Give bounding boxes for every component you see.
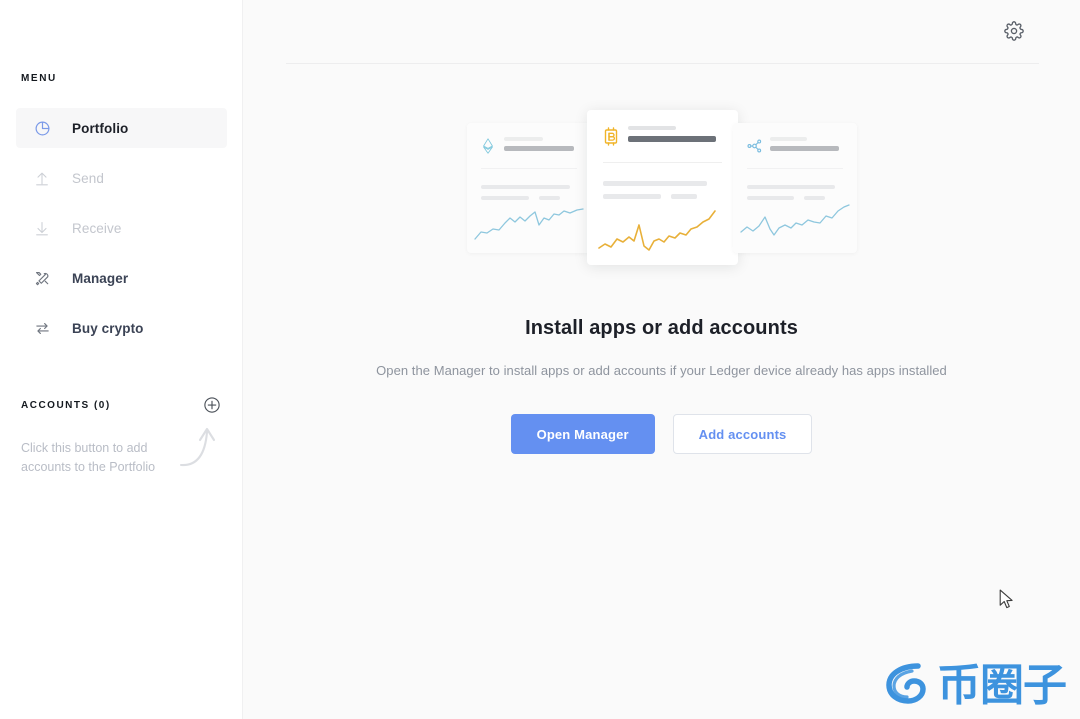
tools-icon	[31, 267, 53, 289]
card-divider	[602, 162, 722, 163]
card-sparkline-chart	[467, 199, 591, 245]
card-divider	[746, 168, 843, 169]
sidebar: MENU Portfolio Send Receive Manager Buy …	[0, 0, 243, 719]
bitcoin-icon	[603, 127, 619, 146]
circle-swirl-logo-icon	[885, 660, 931, 711]
accounts-section-label: ACCOUNTS (0)	[21, 399, 111, 411]
card-body-placeholder	[587, 181, 738, 199]
sidebar-item-label: Receive	[72, 220, 122, 236]
topbar	[243, 0, 1080, 64]
empty-state-illustration	[447, 107, 877, 267]
card-header	[587, 110, 738, 146]
sidebar-item-send[interactable]: Send	[16, 158, 227, 198]
arrow-up-icon	[31, 167, 53, 189]
add-account-button[interactable]	[203, 396, 221, 414]
accounts-section-header: ACCOUNTS (0)	[21, 396, 221, 414]
watermark-text: 币圈子	[937, 659, 1067, 711]
sidebar-item-manager[interactable]: Manager	[16, 258, 227, 298]
card-header	[467, 123, 591, 154]
empty-state-actions: Open Manager Add accounts	[243, 414, 1080, 454]
card-divider	[480, 168, 577, 169]
watermark: 币圈子	[885, 659, 1067, 711]
sidebar-item-receive[interactable]: Receive	[16, 208, 227, 248]
illustration-card-left	[466, 123, 591, 253]
sidebar-item-label: Buy crypto	[72, 320, 144, 336]
empty-state-panel: Install apps or add accounts Open the Ma…	[243, 63, 1080, 454]
illustration-card-right	[732, 123, 857, 253]
card-sparkline-chart	[733, 199, 857, 245]
curved-arrow-up-icon	[178, 424, 228, 480]
add-accounts-button[interactable]: Add accounts	[672, 414, 813, 454]
arrow-down-icon	[31, 217, 53, 239]
card-body-placeholder	[733, 185, 857, 200]
card-title-placeholder	[503, 137, 577, 151]
card-title-placeholder	[769, 137, 843, 151]
page-title: Install apps or add accounts	[525, 317, 798, 339]
ethereum-icon	[481, 138, 495, 154]
card-header	[733, 123, 857, 154]
mouse-pointer-icon	[999, 589, 1015, 611]
sidebar-item-label: Manager	[72, 270, 129, 286]
sidebar-item-portfolio[interactable]: Portfolio	[16, 108, 227, 148]
card-body-placeholder	[467, 185, 591, 200]
sidebar-item-buy-crypto[interactable]: Buy crypto	[16, 308, 227, 348]
menu-section-label: MENU	[21, 73, 57, 84]
app-window: MENU Portfolio Send Receive Manager Buy …	[0, 0, 1080, 719]
accounts-empty-hint: Click this button to add accounts to the…	[21, 441, 156, 475]
sidebar-item-label: Portfolio	[72, 120, 129, 136]
swap-arrows-icon	[31, 317, 53, 339]
sidebar-menu: Portfolio Send Receive Manager Buy crypt…	[0, 108, 243, 358]
illustration-card-center	[586, 110, 738, 265]
sidebar-item-label: Send	[72, 170, 104, 186]
pie-chart-icon	[31, 117, 53, 139]
open-manager-button[interactable]: Open Manager	[510, 414, 655, 454]
main-content: Install apps or add accounts Open the Ma…	[243, 0, 1080, 719]
card-sparkline-chart	[587, 203, 738, 255]
card-title-placeholder	[627, 126, 722, 142]
ripple-icon	[746, 138, 761, 154]
page-description: Open the Manager to install apps or add …	[376, 363, 947, 378]
gear-icon[interactable]	[1003, 20, 1025, 42]
